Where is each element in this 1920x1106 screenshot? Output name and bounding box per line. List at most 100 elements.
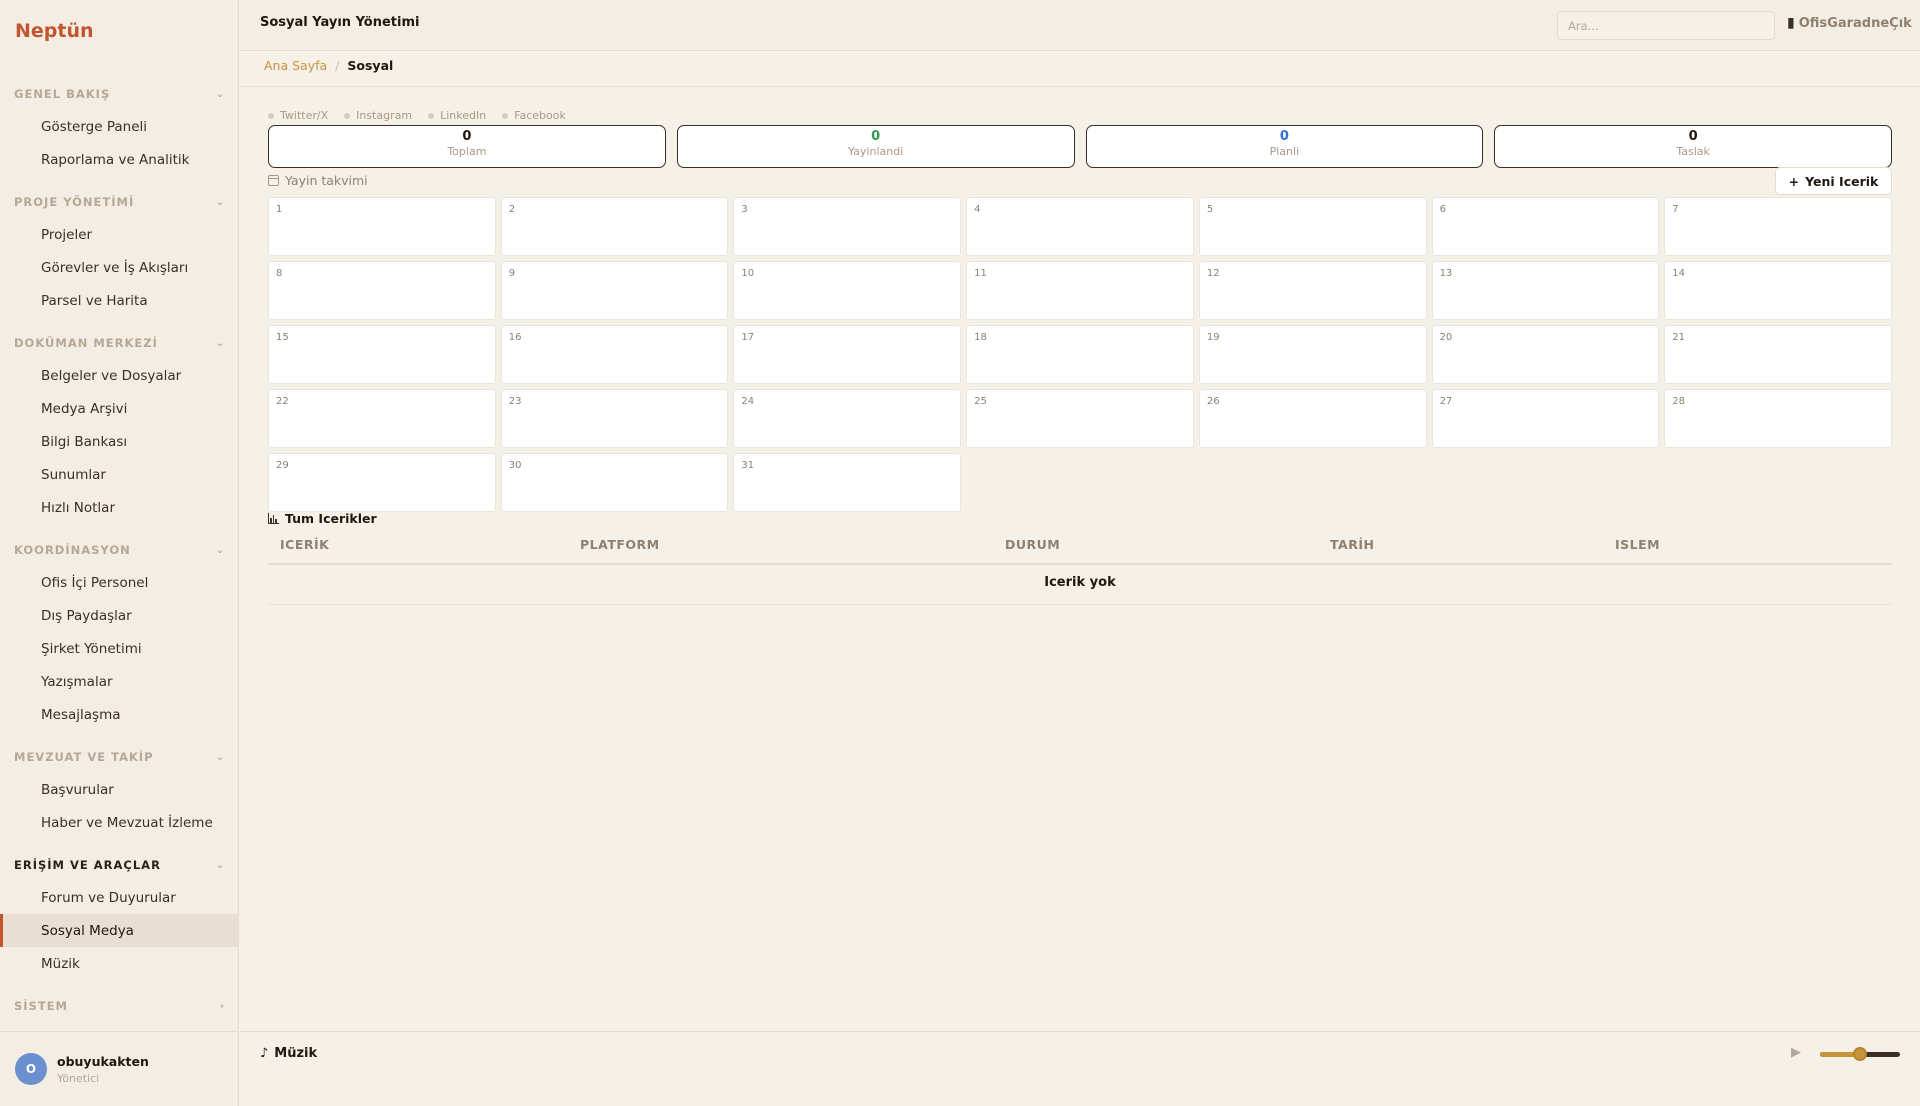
sidebar-item-raporlama-ve-analitik[interactable]: Raporlama ve Analitik xyxy=(0,143,239,176)
calendar-day[interactable]: 3 xyxy=(733,197,962,256)
calendar-day[interactable]: 27 xyxy=(1431,389,1660,448)
chevron-down-icon: ⌄ xyxy=(215,196,225,208)
calendar-day[interactable]: 5 xyxy=(1198,197,1427,256)
calendar-day[interactable]: 16 xyxy=(500,325,729,384)
sidebar-item-yazismalar[interactable]: Yazışmalar xyxy=(0,665,239,698)
sidebar-item-belgeler-ve-dosyalar[interactable]: Belgeler ve Dosyalar xyxy=(0,359,239,392)
platform-filter-linkedin[interactable]: LinkedIn xyxy=(428,109,486,122)
user-profile[interactable]: O obuyukakten Yönetici xyxy=(0,1031,239,1106)
sidebar-item-forum-ve-duyurular[interactable]: Forum ve Duyurular xyxy=(0,881,239,914)
calendar-day[interactable]: 21 xyxy=(1664,325,1892,384)
office-link-label: OfisGaradneÇık xyxy=(1798,15,1912,31)
platform-label: Facebook xyxy=(514,109,566,122)
calendar-day[interactable]: 9 xyxy=(500,261,729,320)
avatar: O xyxy=(15,1053,47,1085)
calendar-day[interactable]: 2 xyxy=(500,197,729,256)
column-header-durum[interactable]: DURUM xyxy=(1005,537,1060,552)
sidebar-item-sosyal-medya[interactable]: Sosyal Medya xyxy=(0,914,239,947)
calendar-day[interactable]: 13 xyxy=(1431,261,1660,320)
calendar-day[interactable]: 17 xyxy=(733,325,962,384)
topbar: Sosyal Yayın Yönetimi ▮ OfisGaradneÇık xyxy=(240,0,1920,51)
platform-filter-twitter-x[interactable]: Twitter/X xyxy=(268,109,328,122)
plus-icon: + xyxy=(1788,173,1800,189)
calendar-day[interactable]: 28 xyxy=(1664,389,1892,448)
section-title: ERİŞİM VE ARAÇLAR xyxy=(14,858,161,872)
sidebar-item-projeler[interactable]: Projeler xyxy=(0,218,239,251)
sidebar-item-muzik[interactable]: Müzik xyxy=(0,947,239,980)
new-content-button[interactable]: + Yeni Icerik xyxy=(1775,167,1892,195)
sidebar-item-bilgi-bankasi[interactable]: Bilgi Bankası xyxy=(0,425,239,458)
calendar-day[interactable]: 19 xyxy=(1198,325,1427,384)
section-dokuman-merkezi[interactable]: DOKÜMAN MERKEZİ ⌄ xyxy=(0,327,239,359)
platform-filter-facebook[interactable]: Facebook xyxy=(502,109,566,122)
calendar-day[interactable]: 18 xyxy=(966,325,1194,384)
search-input[interactable] xyxy=(1557,11,1775,40)
calendar-day[interactable]: 22 xyxy=(268,389,496,448)
calendar-day[interactable]: 23 xyxy=(500,389,729,448)
calendar-day[interactable]: 12 xyxy=(1198,261,1427,320)
music-player: ♪ Müzik ▶ xyxy=(240,1031,1920,1106)
calendar-day[interactable]: 7 xyxy=(1664,197,1892,256)
section-erisim-ve-araclar[interactable]: ERİŞİM VE ARAÇLAR ⌄ xyxy=(0,849,239,881)
stat-cards: 0 Toplam 0 Yayinlandi 0 Planli 0 Taslak xyxy=(268,125,1892,168)
calendar-day[interactable]: 1 xyxy=(268,197,496,256)
office-link[interactable]: ▮ OfisGaradneÇık xyxy=(1787,15,1912,31)
calendar-day[interactable]: 11 xyxy=(966,261,1194,320)
platform-filter-instagram[interactable]: Instagram xyxy=(344,109,412,122)
page-title: Sosyal Yayın Yönetimi xyxy=(260,15,420,30)
calendar-day[interactable]: 29 xyxy=(268,453,496,512)
section-proje-yonetimi[interactable]: PROJE YÖNETİMİ ⌄ xyxy=(0,186,239,218)
platform-filters: Twitter/X Instagram LinkedIn Facebook xyxy=(268,109,566,122)
chevron-down-icon: ⌄ xyxy=(215,337,225,349)
calendar-day[interactable]: 6 xyxy=(1431,197,1660,256)
sidebar-item-mesajlasma[interactable]: Mesajlaşma xyxy=(0,698,239,731)
divider xyxy=(240,86,1920,87)
play-icon[interactable]: ▶ xyxy=(1791,1045,1801,1060)
calendar-day[interactable]: 8 xyxy=(268,261,496,320)
calendar-day[interactable]: 15 xyxy=(268,325,496,384)
sidebar-item-ofis-ici-personel[interactable]: Ofis İçi Personel xyxy=(0,566,239,599)
sidebar-item-parsel-ve-harita[interactable]: Parsel ve Harita xyxy=(0,284,239,317)
calendar-icon xyxy=(268,175,279,186)
column-header-islem[interactable]: ISLEM xyxy=(1615,537,1660,552)
calendar-day[interactable]: 20 xyxy=(1431,325,1660,384)
publish-calendar: 1 2 3 4 5 6 7 8 9 10 11 12 13 14 15 16 17 18 19 20 21 22 23 24 2… xyxy=(268,197,1892,512)
section-koordinasyon[interactable]: KOORDİNASYON ⌄ xyxy=(0,534,239,566)
section-genel-bakis[interactable]: GENEL BAKIŞ ⌄ xyxy=(0,78,239,110)
calendar-day[interactable]: 31 xyxy=(733,453,962,512)
sidebar-item-hizli-notlar[interactable]: Hızlı Notlar xyxy=(0,491,239,524)
sidebar-item-dis-paydaslar[interactable]: Dış Paydaşlar xyxy=(0,599,239,632)
calendar-day[interactable]: 4 xyxy=(966,197,1194,256)
sidebar-item-gosterge-paneli[interactable]: Gösterge Paneli xyxy=(0,110,239,143)
calendar-day[interactable]: 30 xyxy=(500,453,729,512)
sidebar-item-haber-ve-mevzuat-izleme[interactable]: Haber ve Mevzuat İzleme xyxy=(0,806,239,839)
column-header-icerik[interactable]: ICERİK xyxy=(280,537,329,552)
calendar-day[interactable]: 25 xyxy=(966,389,1194,448)
brand-logo[interactable]: Neptün xyxy=(15,20,94,42)
breadcrumb-home[interactable]: Ana Sayfa xyxy=(264,58,327,73)
sidebar-item-medya-arsivi[interactable]: Medya Arşivi xyxy=(0,392,239,425)
volume-slider[interactable] xyxy=(1820,1047,1900,1061)
sidebar-item-sirket-yonetimi[interactable]: Şirket Yönetimi xyxy=(0,632,239,665)
calendar-day[interactable]: 26 xyxy=(1198,389,1427,448)
column-header-tarih[interactable]: TARİH xyxy=(1330,537,1374,552)
stat-value: 0 xyxy=(1688,129,1698,144)
platform-dot-icon xyxy=(428,112,435,119)
calendar-day[interactable]: 24 xyxy=(733,389,962,448)
column-header-platform[interactable]: PLATFORM xyxy=(580,537,660,552)
section-sistem[interactable]: SİSTEM › xyxy=(0,990,239,1022)
music-note-icon: ♪ xyxy=(260,1046,269,1061)
volume-thumb[interactable] xyxy=(1853,1047,1867,1061)
section-mevzuat-ve-takip[interactable]: MEVZUAT VE TAKİP ⌄ xyxy=(0,741,239,773)
sidebar-item-gorevler-ve-is-akislari[interactable]: Görevler ve İş Akışları xyxy=(0,251,239,284)
section-title: SİSTEM xyxy=(14,999,68,1013)
sidebar-item-sunumlar[interactable]: Sunumlar xyxy=(0,458,239,491)
platform-dot-icon xyxy=(268,112,274,119)
calendar-day[interactable]: 14 xyxy=(1664,261,1892,320)
sidebar-item-basvurular[interactable]: Başvurular xyxy=(0,773,239,806)
stat-card-yayinlandi: 0 Yayinlandi xyxy=(676,125,1075,168)
chevron-down-icon: ⌄ xyxy=(215,544,225,556)
calendar-day[interactable]: 10 xyxy=(733,261,962,320)
